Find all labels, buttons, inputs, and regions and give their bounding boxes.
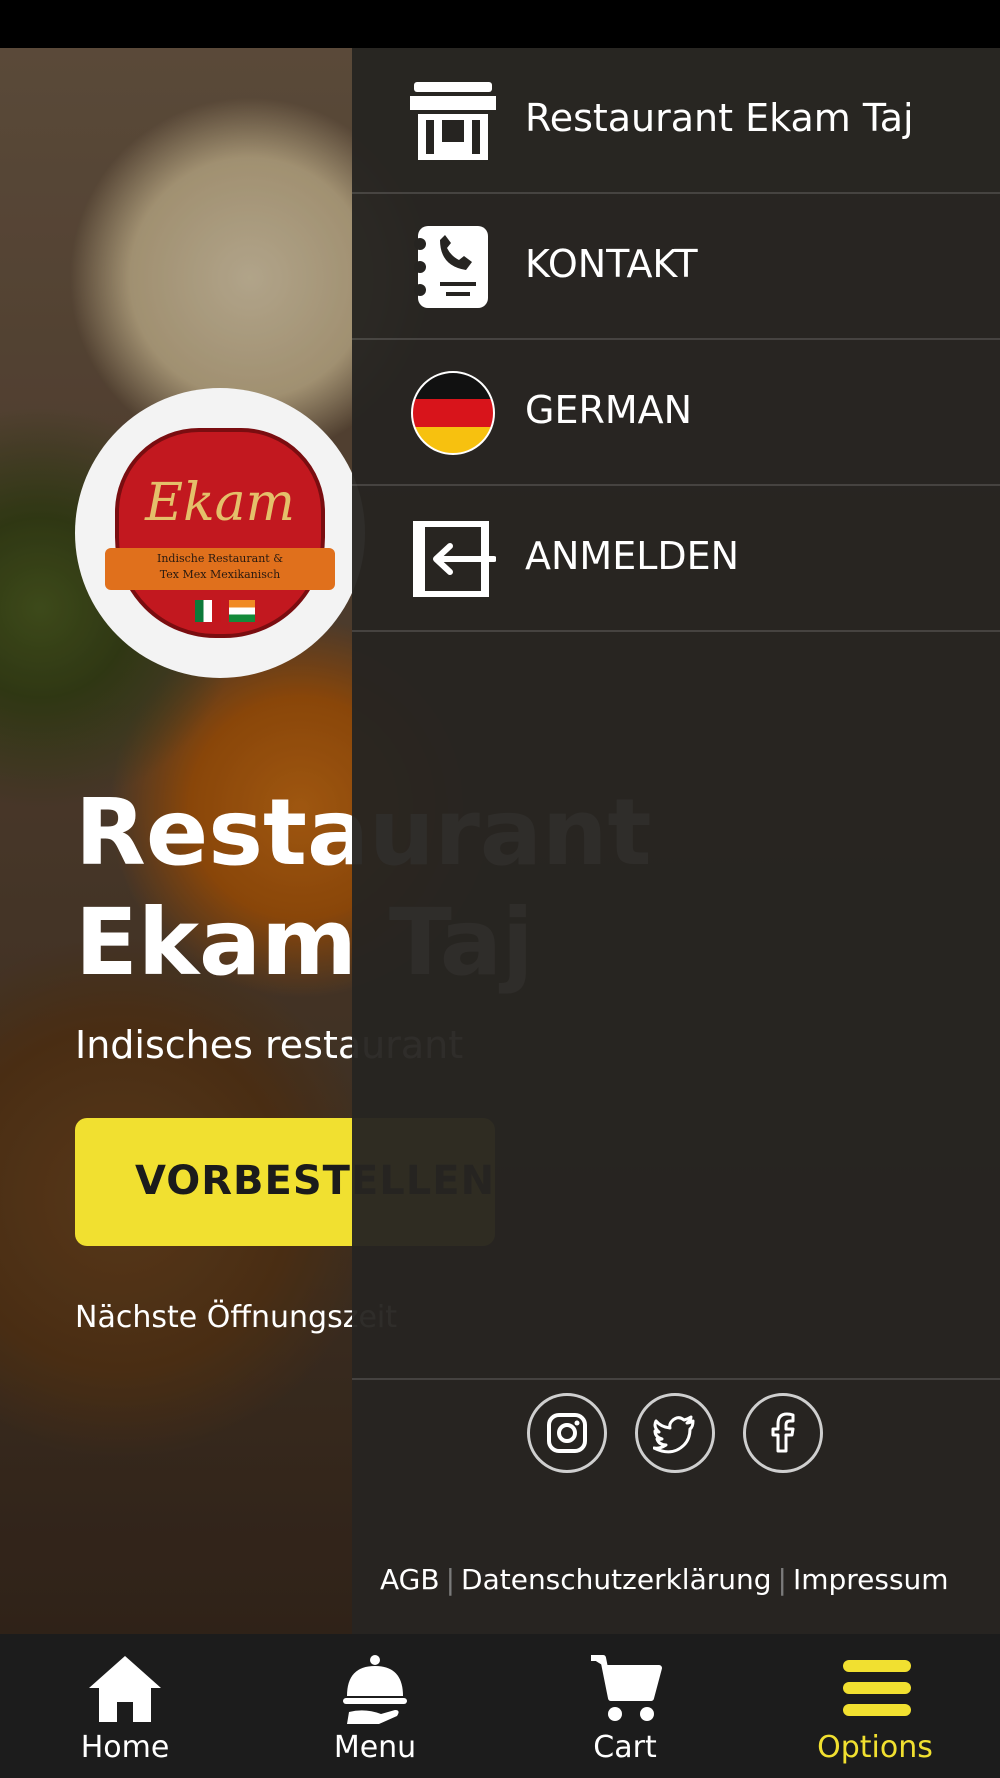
logo-name: Ekam bbox=[145, 473, 295, 533]
nav-options[interactable]: Options bbox=[750, 1634, 1000, 1778]
contact-book-icon bbox=[414, 226, 488, 308]
german-flag-icon bbox=[411, 371, 495, 455]
drawer-item-contact[interactable]: KONTAKT bbox=[352, 194, 1000, 340]
login-icon bbox=[413, 521, 496, 597]
privacy-link[interactable]: Datenschutzerklärung bbox=[461, 1563, 772, 1596]
mexico-flag-icon bbox=[195, 600, 221, 622]
next-opening-text: Nächste Öffnungszeit bbox=[75, 1300, 398, 1335]
status-bar bbox=[0, 0, 1000, 48]
drawer-divider bbox=[352, 1378, 1000, 1380]
cart-icon bbox=[591, 1655, 662, 1721]
drawer-item-language[interactable]: GERMAN bbox=[352, 340, 1000, 486]
facebook-icon[interactable] bbox=[743, 1393, 823, 1473]
nav-menu-label: Menu bbox=[333, 1730, 417, 1765]
india-flag-icon bbox=[229, 600, 255, 622]
cloche-icon bbox=[343, 1655, 407, 1724]
bottom-navigation: Home Menu Cart Options bbox=[0, 1634, 1000, 1778]
drawer-item-label: ANMELDEN bbox=[525, 534, 740, 578]
twitter-icon[interactable] bbox=[635, 1393, 715, 1473]
nav-cart-label: Cart bbox=[593, 1730, 657, 1765]
drawer-item-label: GERMAN bbox=[525, 388, 693, 432]
agb-link[interactable]: AGB bbox=[380, 1563, 440, 1596]
footer-links: AGB | Datenschutzerklärung | Impressum bbox=[380, 1563, 949, 1596]
nav-options-label: Options bbox=[817, 1730, 933, 1765]
nav-menu[interactable]: Menu bbox=[250, 1634, 500, 1778]
nav-home[interactable]: Home bbox=[0, 1634, 250, 1778]
hamburger-icon bbox=[843, 1660, 911, 1716]
home-icon bbox=[89, 1656, 161, 1722]
logo-subtitle-1: Indische Restaurant & bbox=[157, 552, 283, 565]
impressum-link[interactable]: Impressum bbox=[793, 1563, 949, 1596]
instagram-icon[interactable] bbox=[527, 1393, 607, 1473]
restaurant-logo: Ekam Indische Restaurant & Tex Mex Mexik… bbox=[75, 388, 365, 678]
nav-home-label: Home bbox=[80, 1730, 170, 1765]
drawer-item-login[interactable]: ANMELDEN bbox=[352, 486, 1000, 632]
store-icon bbox=[410, 82, 496, 160]
side-drawer: Restaurant Ekam Taj KONTAKT GERMAN ANMEL… bbox=[352, 48, 1000, 1634]
logo-subtitle-2: Tex Mex Mexikanisch bbox=[159, 568, 281, 581]
drawer-item-restaurant[interactable]: Restaurant Ekam Taj bbox=[352, 48, 1000, 194]
drawer-item-label: KONTAKT bbox=[525, 242, 698, 286]
nav-cart[interactable]: Cart bbox=[500, 1634, 750, 1778]
drawer-item-label: Restaurant Ekam Taj bbox=[525, 96, 914, 140]
